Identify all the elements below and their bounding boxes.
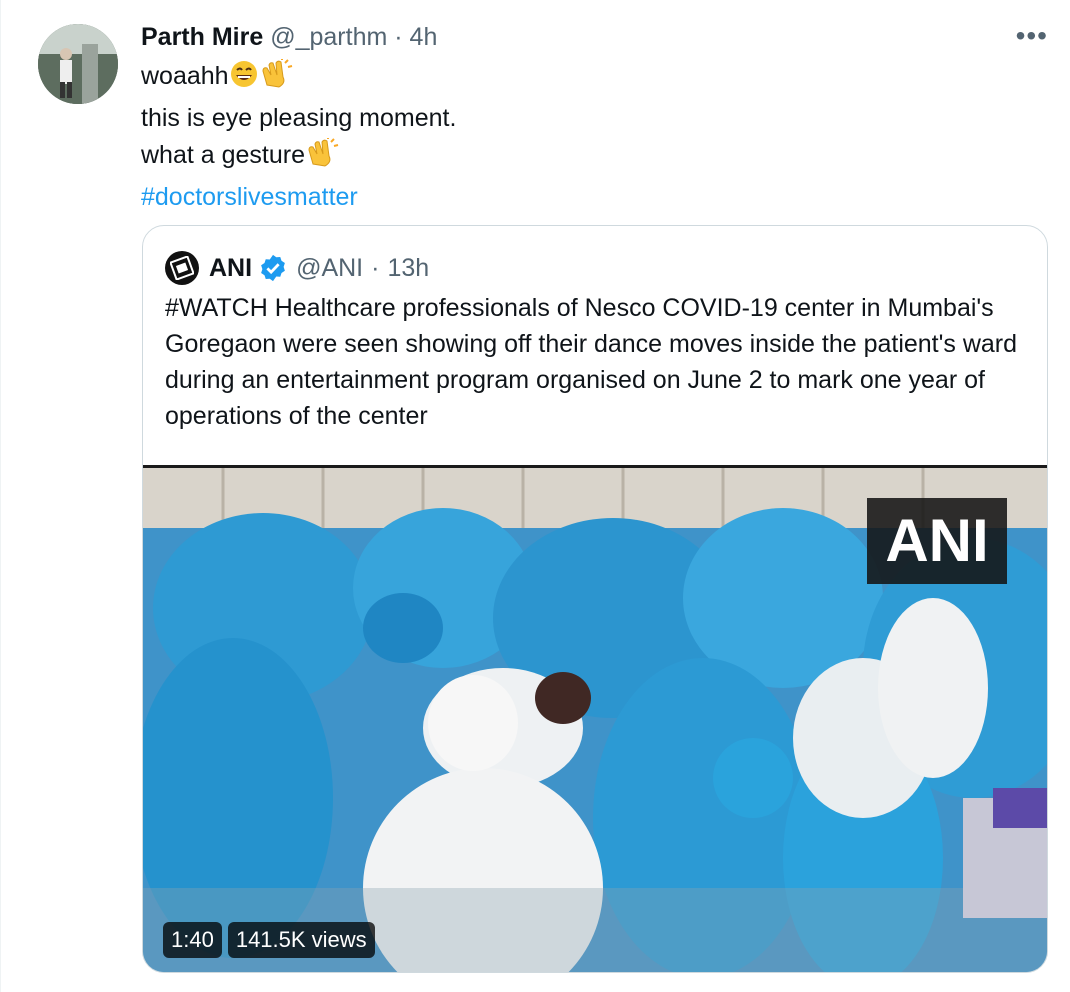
- separator-dot: ·: [394, 23, 403, 51]
- video-duration: 1:40: [163, 922, 222, 958]
- grinning-face-icon: [229, 59, 259, 100]
- quoted-timestamp[interactable]: 13h: [387, 250, 429, 286]
- tweet-line: this is eye pleasing moment.: [141, 100, 456, 137]
- clapping-hands-icon: [259, 59, 293, 100]
- tweet-line: #doctorslivesmatter: [141, 179, 456, 216]
- quoted-user-handle[interactable]: @ANI: [296, 250, 363, 286]
- ani-watermark: ANI: [867, 498, 1007, 584]
- tweet-line: woaahh: [141, 58, 456, 100]
- user-handle[interactable]: @_parthm: [270, 23, 387, 51]
- separator-dot: ·: [371, 254, 380, 282]
- tweet-line: what a gesture: [141, 137, 456, 179]
- avatar-image: [38, 24, 118, 104]
- quoted-display-name[interactable]: ANI: [209, 250, 252, 286]
- clapping-hands-icon: [305, 138, 339, 179]
- timeline-border: [0, 0, 1, 992]
- display-name[interactable]: Parth Mire: [141, 23, 263, 51]
- tweet-header: Parth Mire @_parthm · 4h: [141, 20, 437, 54]
- tweet-body: woaahh this is eye pleasing moment. what…: [141, 58, 456, 216]
- verified-badge-icon: [258, 253, 288, 283]
- tweet-text-line: woaahh: [141, 62, 229, 90]
- tweet-text-line: what a gesture: [141, 141, 305, 169]
- video-views: 141.5K views: [227, 922, 375, 958]
- video-meta: 1:40 141.5K views: [163, 922, 375, 958]
- quoted-tweet-header: ANI @ANI · 13h: [165, 250, 429, 286]
- quoted-tweet[interactable]: ANI @ANI · 13h #WATCH Healthcare profess…: [142, 225, 1048, 973]
- hashtag-link[interactable]: #doctorslivesmatter: [141, 183, 358, 211]
- timestamp[interactable]: 4h: [410, 23, 438, 51]
- quoted-tweet-text: #WATCH Healthcare professionals of Nesco…: [165, 294, 1018, 430]
- avatar[interactable]: [38, 24, 118, 104]
- tweet-text-line: this is eye pleasing moment.: [141, 104, 457, 132]
- video-player[interactable]: ANI 1:40 141.5K views: [143, 465, 1047, 972]
- more-options-icon[interactable]: •••: [1016, 22, 1048, 50]
- ani-logo-icon[interactable]: [165, 251, 199, 285]
